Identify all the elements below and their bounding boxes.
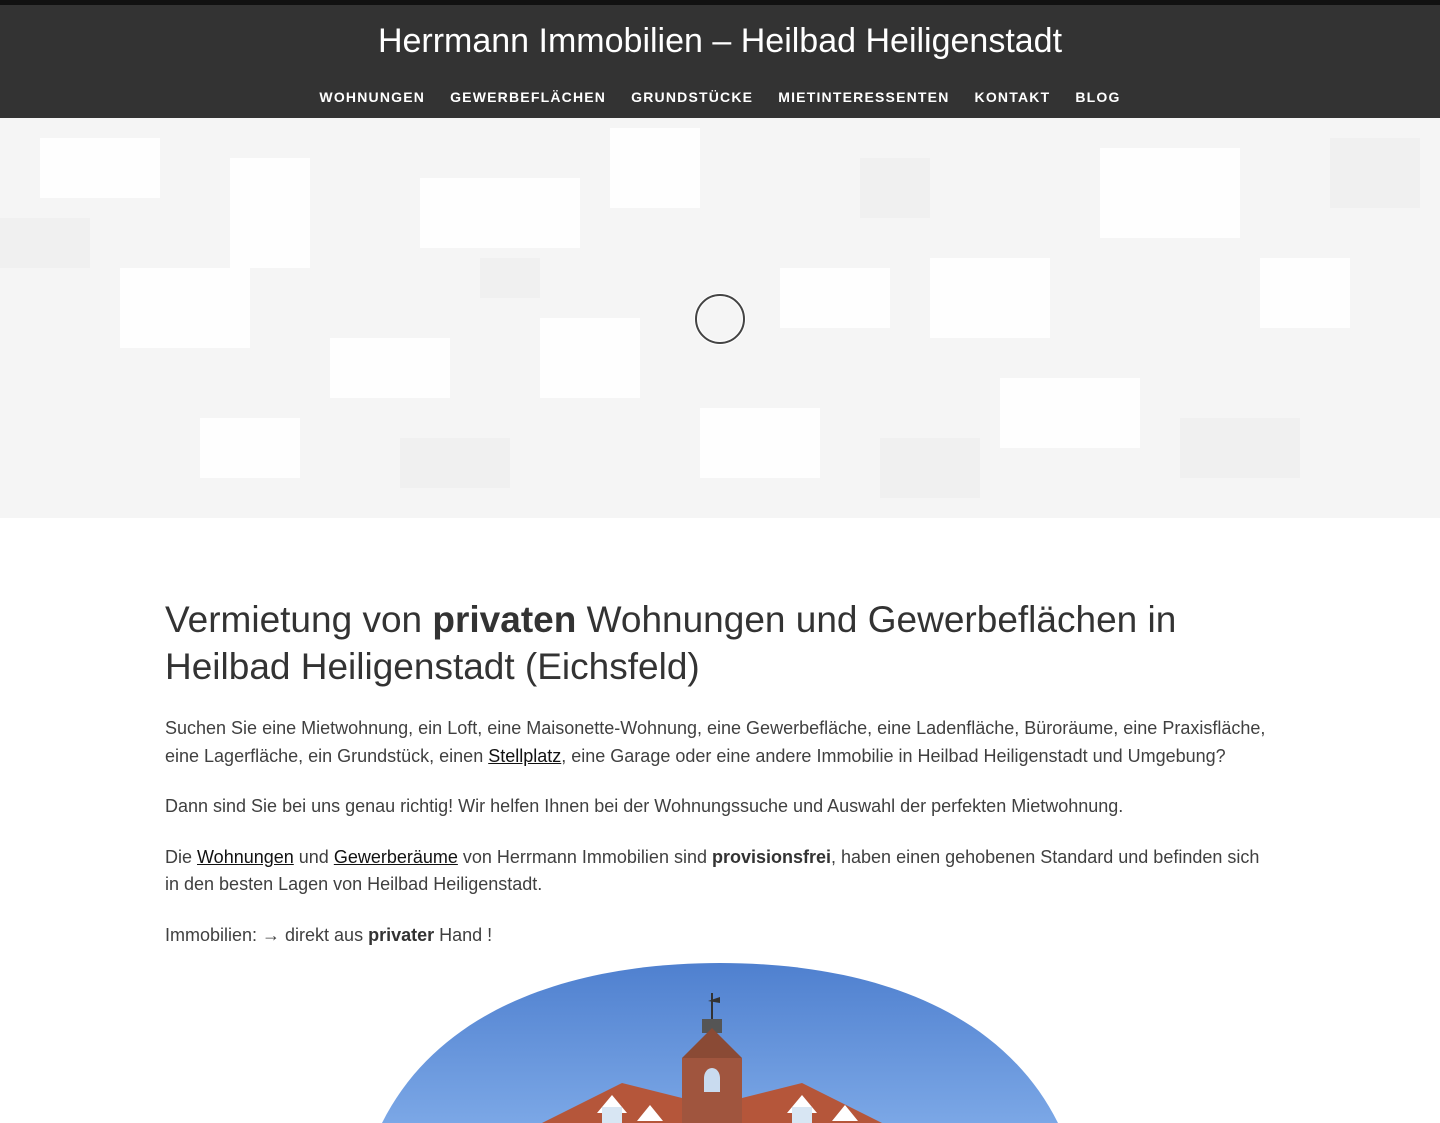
main-nav: WOHNUNGEN GEWERBEFLÄCHEN GRUNDSTÜCKE MIE… <box>0 87 1440 107</box>
intro-paragraph: Suchen Sie eine Mietwohnung, ein Loft, e… <box>165 715 1275 770</box>
gewerberaeume-link[interactable]: Gewerberäume <box>334 847 458 867</box>
private-text-1: Immobilien: → direkt aus <box>165 924 369 945</box>
nav-item-kontakt[interactable]: KONTAKT <box>962 87 1063 107</box>
nav-item-blog[interactable]: BLOG <box>1063 87 1133 107</box>
offer-text-2: und <box>293 846 334 867</box>
intro-text-2: , eine Garage oder eine andere Immobilie… <box>561 745 1226 766</box>
site-title[interactable]: Herrmann Immobilien – Heilbad Heiligenst… <box>0 21 1440 61</box>
headline-bold: privaten <box>432 599 577 640</box>
headline-part1: Vermietung von <box>165 599 433 640</box>
nav-item-gewerbeflaechen[interactable]: GEWERBEFLÄCHEN <box>438 87 619 107</box>
private-text-2: Hand ! <box>434 924 493 945</box>
main-content: Vermietung von privaten Wohnungen und Ge… <box>165 596 1275 949</box>
building-photo <box>382 963 1058 1123</box>
help-paragraph: Dann sind Sie bei uns genau richtig! Wir… <box>165 796 1124 816</box>
nav-item-mietinteressenten[interactable]: MIETINTERESSENTEN <box>766 87 962 107</box>
nav-item-grundstuecke[interactable]: GRUNDSTÜCKE <box>619 87 766 107</box>
private-hand-paragraph: Immobilien: → direkt aus privater Hand ! <box>165 922 1275 950</box>
offer-paragraph: Die Wohnungen und Gewerberäume von Herrm… <box>165 844 1275 899</box>
wohnungen-link[interactable]: Wohnungen <box>197 847 294 867</box>
stellplatz-link[interactable]: Stellplatz <box>488 746 561 766</box>
page-headline: Vermietung von privaten Wohnungen und Ge… <box>165 596 1275 690</box>
offer-text-1: Die <box>165 846 198 867</box>
provisionsfrei-bold: provisionsfrei <box>711 846 832 867</box>
nav-item-wohnungen[interactable]: WOHNUNGEN <box>307 87 438 107</box>
site-header: Herrmann Immobilien – Heilbad Heiligenst… <box>0 5 1440 118</box>
loading-spinner-icon <box>695 294 745 344</box>
hero-banner <box>0 118 1440 518</box>
privater-bold: privater <box>368 924 435 945</box>
offer-text-3: von Herrmann Immobilien sind <box>457 846 712 867</box>
